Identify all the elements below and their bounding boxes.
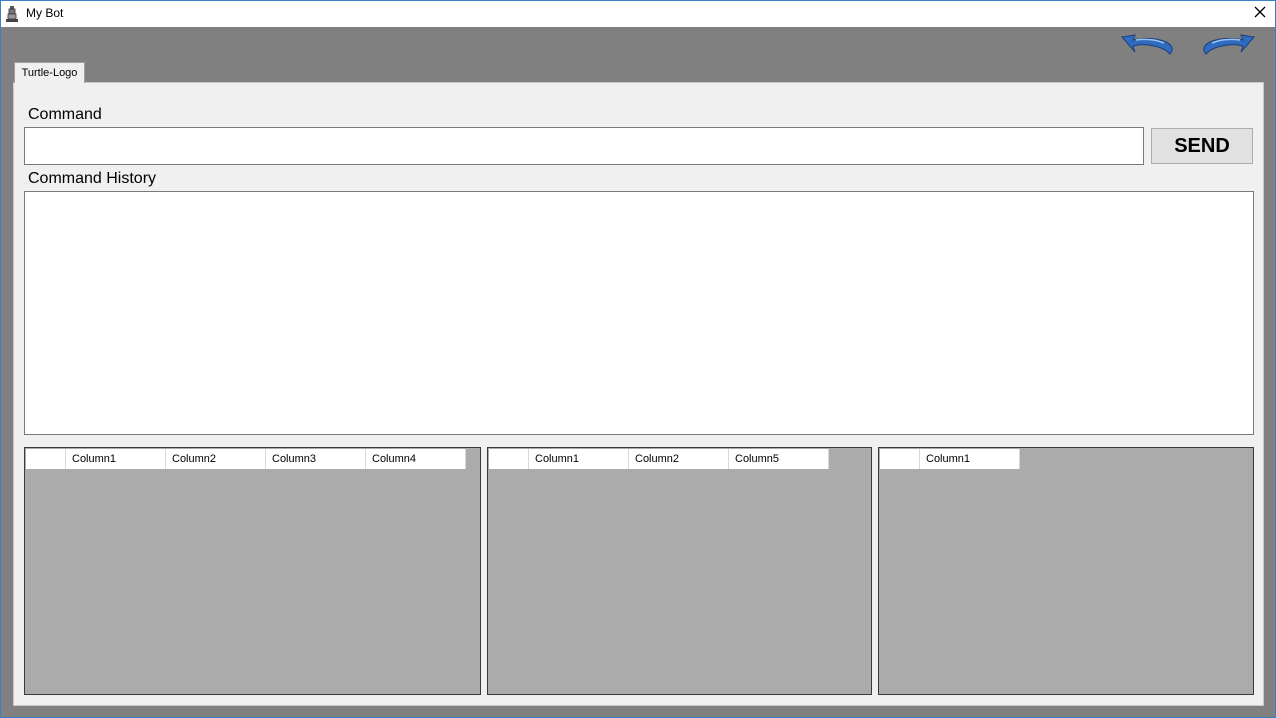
grid-header-row: Column1: [880, 449, 1020, 469]
column-header[interactable]: Column2: [629, 449, 729, 469]
column-header[interactable]: Column1: [920, 449, 1020, 469]
column-header[interactable]: Column4: [366, 449, 466, 469]
command-input[interactable]: [24, 127, 1144, 165]
command-label: Command: [28, 106, 102, 123]
data-grid-3[interactable]: Column1: [878, 447, 1254, 695]
column-header[interactable]: Column2: [166, 449, 266, 469]
column-header[interactable]: Column1: [529, 449, 629, 469]
window-title: My Bot: [26, 6, 64, 20]
grid-corner-cell[interactable]: [880, 449, 920, 469]
grid-corner-cell[interactable]: [489, 449, 529, 469]
title-bar: My Bot: [1, 1, 1275, 27]
close-icon: [1254, 5, 1266, 23]
undo-button[interactable]: [1118, 31, 1180, 59]
data-grid-1[interactable]: Column1 Column2 Column3 Column4: [24, 447, 481, 695]
send-button[interactable]: SEND: [1151, 128, 1253, 164]
data-grid-2[interactable]: Column1 Column2 Column5: [487, 447, 872, 695]
app-robot-icon: [5, 5, 19, 23]
grid-header-row: Column1 Column2 Column5: [489, 449, 829, 469]
command-history-label: Command History: [28, 170, 157, 187]
column-header[interactable]: Column5: [729, 449, 829, 469]
tab-turtle-logo[interactable]: Turtle-Logo: [14, 62, 85, 83]
command-history-box[interactable]: [24, 191, 1254, 435]
grid-corner-cell[interactable]: [26, 449, 66, 469]
redo-arrow-icon: [1196, 34, 1258, 63]
close-button[interactable]: [1245, 1, 1275, 27]
redo-button[interactable]: [1196, 31, 1258, 59]
column-header[interactable]: Column3: [266, 449, 366, 469]
grid-header-row: Column1 Column2 Column3 Column4: [26, 449, 466, 469]
undo-arrow-icon: [1118, 34, 1180, 63]
column-header[interactable]: Column1: [66, 449, 166, 469]
main-window: My Bot Turtle-Logo Command SEND Command …: [0, 0, 1276, 718]
